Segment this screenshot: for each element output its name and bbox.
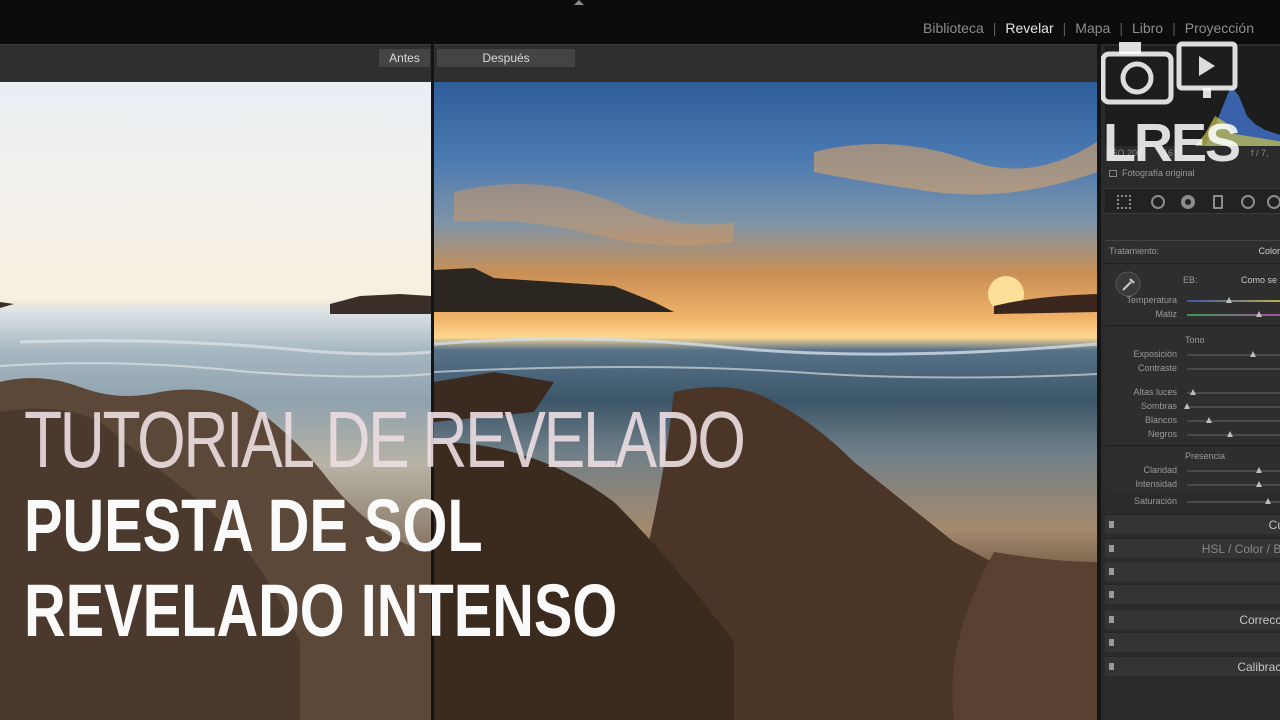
panel-curve[interactable]: Cu [1105, 514, 1280, 534]
before-after-header: Antes Después [0, 44, 1097, 82]
vibrance-slider[interactable] [1187, 481, 1280, 487]
basic-panel: Tratamiento: Color EB: Como se Temperatu… [1105, 240, 1280, 490]
module-biblioteca[interactable]: Biblioteca [923, 20, 984, 36]
expand-triangle-icon [1109, 591, 1114, 598]
blacks-label: Negros [1147, 429, 1177, 439]
panel-detail[interactable] [1105, 584, 1280, 604]
divider [1105, 263, 1280, 264]
slider-knob[interactable] [1226, 297, 1232, 303]
treatment-value[interactable]: Color [1258, 246, 1280, 256]
module-bar: Biblioteca | Revelar | Mapa | Libro | Pr… [0, 0, 1280, 44]
brand-logo-text: LRES [1103, 113, 1241, 173]
module-mapa[interactable]: Mapa [1075, 20, 1110, 36]
collapse-caret-icon[interactable] [574, 0, 584, 5]
title-line-2: PUESTA DE SOL [24, 484, 483, 567]
clarity-slider[interactable] [1187, 467, 1280, 473]
module-proyeccion[interactable]: Proyección [1185, 20, 1254, 36]
adjustment-brush-icon[interactable] [1267, 195, 1280, 209]
temperature-slider[interactable] [1187, 297, 1280, 303]
expand-triangle-icon [1109, 639, 1114, 646]
shadows-slider[interactable] [1184, 403, 1280, 409]
title-line-1: TUTORIAL DE REVELADO [24, 395, 746, 484]
shadows-label: Sombras [1140, 401, 1177, 411]
module-picker: Biblioteca | Revelar | Mapa | Libro | Pr… [923, 20, 1254, 36]
slider-knob[interactable] [1190, 389, 1196, 395]
tool-strip [1105, 188, 1280, 214]
vibrance-label: Intensidad [1135, 479, 1177, 489]
module-revelar[interactable]: Revelar [1005, 20, 1053, 36]
divider [1105, 445, 1280, 446]
module-separator: | [1172, 20, 1176, 36]
panel-hsl[interactable]: HSL / Color / Bl [1105, 538, 1280, 558]
slider-knob[interactable] [1227, 431, 1233, 437]
wb-label: EB: [1183, 275, 1198, 285]
wb-value[interactable]: Como se [1241, 275, 1277, 285]
module-libro[interactable]: Libro [1132, 20, 1163, 36]
spot-removal-icon[interactable] [1151, 195, 1165, 209]
whites-slider[interactable] [1187, 417, 1280, 423]
panel-calibration[interactable]: Calibraci [1105, 656, 1280, 676]
exif-aperture: f / 7, [1251, 148, 1269, 158]
divider [1105, 325, 1280, 326]
red-eye-icon[interactable] [1181, 195, 1195, 209]
before-label: Antes [379, 49, 430, 67]
panel-effects[interactable] [1105, 632, 1280, 652]
title-line-3: REVELADO INTENSO [24, 569, 618, 652]
tone-label: Tono [1185, 335, 1205, 345]
slider-knob[interactable] [1264, 498, 1271, 504]
module-separator: | [1119, 20, 1123, 36]
presence-label: Presencia [1185, 451, 1226, 461]
contrast-slider[interactable] [1187, 368, 1280, 370]
contrast-label: Contraste [1137, 363, 1177, 373]
slider-knob[interactable] [1256, 311, 1262, 317]
radial-filter-icon[interactable] [1241, 195, 1255, 209]
expand-triangle-icon [1109, 568, 1114, 575]
tint-slider[interactable] [1187, 311, 1280, 317]
slider-knob[interactable] [1250, 351, 1256, 357]
expand-triangle-icon [1109, 545, 1114, 552]
module-separator: | [1062, 20, 1067, 36]
clarity-label: Claridad [1143, 465, 1177, 475]
expand-triangle-icon [1109, 616, 1114, 623]
white-balance-eyedropper-icon[interactable] [1115, 271, 1141, 297]
blacks-slider[interactable] [1187, 431, 1280, 437]
highlights-label: Altas luces [1133, 387, 1177, 397]
exposure-label: Exposición [1133, 349, 1177, 359]
graduated-filter-icon[interactable] [1213, 195, 1223, 209]
expand-triangle-icon [1109, 663, 1114, 670]
temperature-label: Temperatura [1126, 295, 1177, 305]
slider-knob[interactable] [1256, 481, 1262, 487]
crop-tool-icon[interactable] [1117, 195, 1131, 209]
saturation-slider[interactable] [1187, 498, 1280, 504]
after-label: Después [437, 49, 575, 67]
slider-knob[interactable] [1206, 417, 1212, 423]
highlights-slider[interactable] [1187, 389, 1280, 395]
expand-triangle-icon [1109, 521, 1114, 528]
slider-knob[interactable] [1256, 467, 1262, 473]
tint-label: Matiz [1155, 309, 1177, 319]
exposure-slider[interactable] [1187, 351, 1280, 357]
panel-split-toning[interactable] [1105, 561, 1280, 581]
saturation-label: Saturación [1133, 496, 1177, 506]
module-separator: | [992, 20, 997, 36]
whites-label: Blancos [1144, 415, 1177, 425]
slider-knob[interactable] [1184, 403, 1190, 409]
treatment-label: Tratamiento: [1109, 246, 1160, 256]
panel-lens-corrections[interactable]: Correcci [1105, 609, 1280, 629]
